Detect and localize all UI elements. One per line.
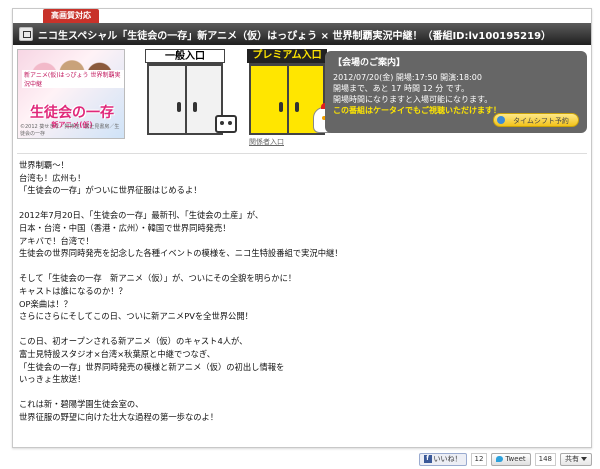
venue-info-line: 開場時間になりますと入場可能になります。 xyxy=(333,95,493,104)
description-line xyxy=(19,323,585,336)
door-knob-icon xyxy=(177,102,181,112)
share-label: 共有 xyxy=(565,454,579,463)
like-count: 12 xyxy=(470,452,488,466)
description-line: 世界制覇～！ xyxy=(19,160,69,170)
tweet-count: 148 xyxy=(534,452,556,466)
door-knob-icon xyxy=(279,102,283,112)
niconico-tv-icon xyxy=(19,27,33,41)
twitter-bird-icon xyxy=(496,456,504,462)
venue-info-heading: 【会場のご案内】 xyxy=(333,58,406,68)
description-line xyxy=(19,197,585,210)
venue-info-box: 【会場のご案内】 2012/07/20(金) 開場:17:50 開演:18:00… xyxy=(325,51,587,133)
hq-badge: 高画質対応 xyxy=(43,9,99,23)
program-description: 世界制覇～！ 台湾も！広州も！ 「生徒会の一存」がついに世界征服はじめるよ！ 2… xyxy=(19,159,585,423)
venue-info-date: 2012/07/20(金) 開場:17:50 開演:18:00 xyxy=(333,73,482,82)
chevron-down-icon xyxy=(581,457,587,461)
description-line: 「生徒会の一存」世界同時発売の模様と新アニメ（仮）の初出し情報を xyxy=(19,361,285,372)
facebook-icon: f xyxy=(423,455,432,463)
description-line: アキバで！台湾で！ xyxy=(19,235,94,246)
description-line: 富士見特設スタジオ×台湾×秋葉原と中継でつなぎ、 xyxy=(19,348,216,359)
premium-entrance-label: プレミアム入口 xyxy=(247,49,327,63)
social-bar: f いいね！ 12 Tweet 148 共有 xyxy=(418,452,592,466)
door-knob-icon xyxy=(295,102,299,112)
description-line: さらにさらにそしてこの日、ついに新アニメPVを全世界公開！ xyxy=(19,311,253,322)
door-knob-icon xyxy=(193,102,197,112)
description-line xyxy=(19,260,585,273)
thumbnail-copyright: ©2012 葵せきな・狗神煌／富士見書房／生徒会の一存 xyxy=(20,124,120,137)
share-button[interactable]: 共有 xyxy=(560,452,592,466)
title-bar: ニコ生スペシャル「生徒会の一存」新アニメ（仮）はっぴょう × 世界制覇実況中継！… xyxy=(13,23,591,45)
program-thumbnail[interactable]: 新アニメ(仮)はっぴょう 世界制覇実況中継 生徒会の一存 新アニメ(仮) ©20… xyxy=(17,49,125,139)
thumbnail-logo: 生徒会の一存 xyxy=(30,105,114,121)
top-zone: 新アニメ(仮)はっぴょう 世界制覇実況中継 生徒会の一存 新アニメ(仮) ©20… xyxy=(17,49,587,149)
description-line: そして「生徒会の一存 新アニメ（仮）」が、ついにその全貌を明らかに！ xyxy=(19,273,297,284)
description-line: この日、初オープンされる新アニメ（仮）のキャスト4人が、 xyxy=(19,336,248,347)
staff-entrance-link[interactable]: 関係者入口 xyxy=(249,137,284,147)
description-line: 世界征服の野望に向けた壮大な過程の第一歩なのよ！ xyxy=(19,411,219,422)
description-line: キャストは誰になるのか！？ xyxy=(19,285,127,296)
general-entrance-label: 一般入口 xyxy=(145,49,225,63)
facebook-like-button[interactable]: f いいね！ xyxy=(418,452,467,466)
description-line: 台湾も！広州も！ xyxy=(19,172,86,183)
thumbnail-tag: 新アニメ(仮)はっぴょう 世界制覇実況中継 xyxy=(22,70,124,88)
program-title: ニコ生スペシャル「生徒会の一存」新アニメ（仮）はっぴょう × 世界制覇実況中継！… xyxy=(38,30,552,42)
like-label: いいね！ xyxy=(433,454,462,463)
venue-info-line: 開場まで、あと 17 時間 12 分 です。 xyxy=(333,84,469,93)
description-line: 日本・台湾・中国（香港・広州）・韓国で世界同時発売！ xyxy=(19,222,231,233)
description-line: OP楽曲は！？ xyxy=(19,298,73,309)
program-frame: 高画質対応 ニコ生スペシャル「生徒会の一存」新アニメ（仮）はっぴょう × 世界制… xyxy=(12,8,592,448)
door-panel xyxy=(147,63,223,135)
general-entrance-door[interactable]: 一般入口 xyxy=(145,49,225,139)
tweet-label: Tweet xyxy=(505,454,526,463)
description-line: これは新・碧陽学園生徒会室の、 xyxy=(19,399,144,410)
description-line xyxy=(19,386,585,399)
divider xyxy=(17,153,587,154)
timeshift-reserve-button[interactable]: タイムシフト予約 xyxy=(493,113,579,127)
description-line: 生徒会の世界同時発売を記念した各種イベントの模様を、ニコ生特設番組で実況中継！ xyxy=(19,248,343,259)
description-line: 2012年7月20日、「生徒会の一存」最新刊、「生徒会の土産」が、 xyxy=(19,210,264,221)
tv-mascot-icon xyxy=(215,115,237,133)
description-line: 「生徒会の一存」がついに世界征服はじめるよ！ xyxy=(19,185,202,196)
tweet-button[interactable]: Tweet xyxy=(491,452,531,466)
description-line: いっきょ生放送！ xyxy=(19,374,86,385)
